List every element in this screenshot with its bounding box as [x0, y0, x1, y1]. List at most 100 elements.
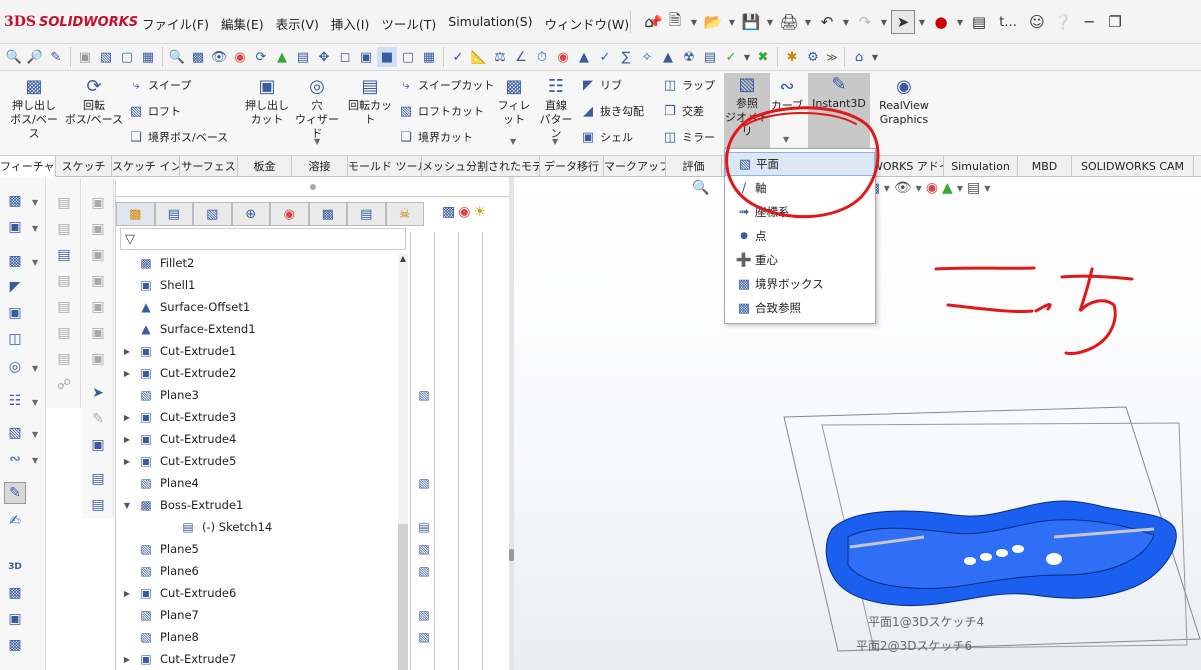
chevron-down-icon[interactable]: ▼ — [32, 398, 38, 407]
mirror-button[interactable]: ◫ ミラー — [662, 129, 715, 145]
cube-view-icon[interactable]: ▩ — [188, 47, 208, 67]
tree-item[interactable]: ▧ Plane4 — [116, 472, 406, 494]
expand-arrow-icon[interactable]: ▶ — [122, 655, 132, 664]
tree-item[interactable]: ▲ Surface-Extend1 — [116, 318, 406, 340]
smart-fastener-icon[interactable]: ▩ — [4, 634, 26, 656]
chevron-down-icon[interactable]: ▼ — [510, 137, 516, 146]
monitor-icon[interactable]: ▤ — [293, 47, 313, 67]
note-icon[interactable]: ▤ — [53, 192, 75, 214]
hole-wizard-button[interactable]: ◎ 穴 ウィザード — [292, 75, 342, 141]
expand-arrow-icon[interactable]: ▼ — [122, 501, 132, 510]
wrap-icon[interactable]: ◫ — [4, 328, 26, 350]
sum-icon[interactable]: ∑ — [616, 47, 636, 67]
dimxpert-tab-icon[interactable]: ⊕ — [231, 202, 270, 226]
tolerance-icon[interactable]: ▤ — [53, 296, 75, 318]
dropdown-item-point[interactable]: ● 点 — [725, 224, 875, 248]
chevron-down-icon[interactable]: ▼ — [727, 18, 737, 27]
mass-properties-icon[interactable]: ⚖ — [490, 47, 510, 67]
tab-sketch-ink[interactable]: スケッチ インク — [112, 156, 180, 177]
tab-data-migration[interactable]: データ移行 — [540, 156, 604, 177]
rotate-icon[interactable]: ⟳ — [251, 47, 271, 67]
plane-label[interactable]: 平面2@3Dスケッチ6 — [856, 637, 972, 654]
expand-arrow-icon[interactable]: ▶ — [122, 347, 132, 356]
tree-item[interactable]: ▩ Fillet2 — [116, 252, 406, 274]
scroll-up-icon[interactable]: ▲ — [398, 254, 408, 263]
extrude-boss-button[interactable]: ▩ 押し出し ボス/ベース — [6, 75, 62, 141]
section-properties-icon[interactable]: ∠ — [511, 47, 531, 67]
scene-icon[interactable]: ☀ — [473, 204, 486, 220]
chevron-down-icon[interactable]: ▼ — [955, 18, 965, 27]
menu-simulation[interactable]: Simulation(S) — [442, 14, 538, 33]
boundary-boss-button[interactable]: ❑ 境界ボス/ベース — [128, 129, 228, 145]
home-icon[interactable]: ⌂ — [637, 10, 661, 34]
more-chevron-icon[interactable]: ≫ — [824, 51, 840, 64]
addin-icon[interactable]: ✱ — [782, 47, 802, 67]
tab-simulation[interactable]: Simulation — [944, 156, 1018, 177]
dropdown-item-coordinate-system[interactable]: ➟ 座標系 — [725, 200, 875, 224]
copy-table-icon[interactable]: ▤ — [87, 494, 109, 516]
surface-icon[interactable]: ▣ — [4, 608, 26, 630]
linear-pattern-icon[interactable]: ☷ — [4, 390, 26, 412]
instant3d-icon[interactable]: ✎ — [4, 482, 26, 504]
dropdown-item-center-of-mass[interactable]: ➕ 重心 — [725, 248, 875, 272]
menu-file[interactable]: ファイル(F) — [136, 14, 215, 33]
excel-icon[interactable]: ✖ — [753, 47, 773, 67]
minimize-icon[interactable]: ─ — [1077, 10, 1101, 34]
3d-sketch-icon[interactable]: 3D — [4, 556, 26, 578]
tab-surfaces[interactable]: サーフェス — [180, 156, 238, 177]
appearance-icon[interactable]: ◉ — [230, 47, 250, 67]
fillet-button[interactable]: ▩ フィレット — [494, 75, 534, 127]
options-icon[interactable]: ⚙ — [803, 47, 823, 67]
menu-tools[interactable]: ツール(T) — [375, 14, 442, 33]
surface-finish-icon[interactable]: ▤ — [53, 348, 75, 370]
draft-quality-icon[interactable]: ▦ — [419, 47, 439, 67]
sweep-button[interactable]: ⤷ スイープ — [128, 77, 191, 93]
chevron-down-icon[interactable]: ▼ — [879, 18, 889, 27]
revolve-cut-button[interactable]: ▤ 回転カット — [344, 75, 396, 127]
zoom-fit-icon[interactable]: 🔍 — [692, 180, 709, 196]
dimension-icon[interactable]: ▤ — [53, 270, 75, 292]
tree-item[interactable]: ▤ (-) Sketch14 — [116, 516, 406, 538]
scene-icon[interactable]: ▲ — [272, 47, 292, 67]
tab-markup[interactable]: マークアップ — [604, 156, 666, 177]
expand-arrow-icon[interactable]: ▶ — [122, 413, 132, 422]
menu-insert[interactable]: 挿入(I) — [325, 14, 375, 33]
display-style-icon[interactable]: ▦ — [138, 47, 158, 67]
sensor-icon[interactable]: ✧ — [637, 47, 657, 67]
chevron-down-icon[interactable]: ▼ — [32, 258, 38, 267]
chevron-down-icon[interactable]: ▼ — [884, 184, 890, 193]
chevron-down-icon[interactable]: ▼ — [916, 184, 922, 193]
sweep-cut-button[interactable]: ⤷ スイープカット — [398, 77, 494, 93]
tree-item[interactable]: ▧ Plane7 — [116, 604, 406, 626]
tree-item[interactable]: ▲ Surface-Offset1 — [116, 296, 406, 318]
tree-scrollbar[interactable]: ▲ — [398, 254, 408, 670]
monitor-icon[interactable]: ▤ — [967, 180, 980, 196]
dropdown-item-mate-reference[interactable]: ▩ 合致参照 — [725, 296, 875, 320]
chevron-down-icon[interactable]: ▼ — [984, 184, 990, 193]
offset-icon[interactable]: ▣ — [87, 322, 109, 344]
extrude-boss-icon[interactable]: ▩ — [4, 190, 26, 212]
copy-icon[interactable]: ▣ — [87, 192, 109, 214]
tab-solidworks-cam[interactable]: SOLIDWORKS CAM — [1072, 156, 1194, 177]
cube-icon[interactable]: ▩ — [442, 204, 455, 220]
chevron-down-icon[interactable]: ▼ — [32, 364, 38, 373]
expand-arrow-icon[interactable]: ▶ — [122, 457, 132, 466]
dropdown-item-bounding-box[interactable]: ▩ 境界ボックス — [725, 272, 875, 296]
scroll-thumb[interactable] — [398, 524, 408, 670]
toolpath-tab-icon[interactable]: ☠ — [385, 202, 424, 226]
fillet-icon[interactable]: ▩ — [4, 250, 26, 272]
shell-icon[interactable]: ▣ — [4, 302, 26, 324]
tree-item[interactable]: ▶ ▣ Cut-Extrude6 — [116, 582, 406, 604]
hide-show-icon[interactable]: 👁 — [209, 47, 229, 67]
zoom-area-icon[interactable]: 🔎 — [25, 47, 45, 67]
auto-dimension-icon[interactable]: ▤ — [53, 244, 75, 266]
curves-button[interactable]: ∾ カーブ — [770, 75, 804, 113]
revolve-boss-button[interactable]: ⟳ 回転 ボス/ベース — [64, 75, 124, 127]
save-icon[interactable]: 💾 — [739, 10, 763, 34]
boundary-cut-button[interactable]: ❑ 境界カット — [398, 129, 473, 145]
loft-button[interactable]: ▧ ロフト — [128, 103, 181, 119]
chevron-down-icon[interactable]: ▼ — [870, 53, 880, 62]
chevron-down-icon[interactable]: ▼ — [803, 18, 813, 27]
menu-view[interactable]: 表示(V) — [270, 14, 325, 33]
extrude-cut-icon[interactable]: ▣ — [4, 216, 26, 238]
